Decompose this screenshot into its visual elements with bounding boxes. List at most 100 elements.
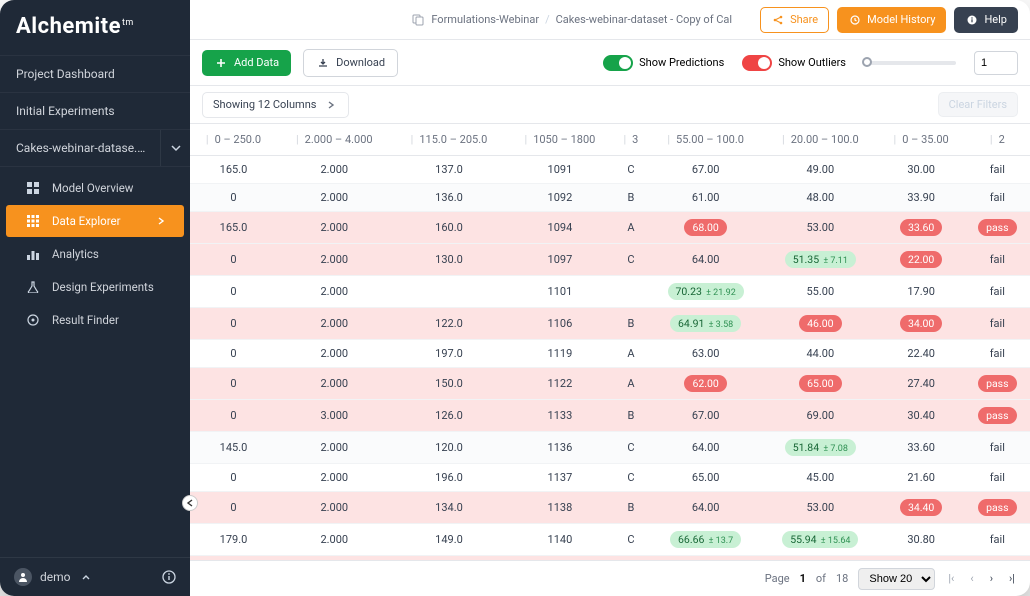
table-row[interactable]: 165.02.000137.01091C67.0049.0030.00fail <box>190 156 1030 184</box>
table-row[interactable]: 02.000136.01092B61.0048.0033.90fail <box>190 184 1030 212</box>
cell: 126.0 <box>392 400 507 432</box>
cell: 2.000 <box>277 492 392 524</box>
column-header[interactable]: |20.00 – 100.0 <box>763 124 878 156</box>
table-row[interactable]: 165.02.000160.01094A68.0053.0033.60pass <box>190 212 1030 244</box>
page-next-button[interactable]: › <box>987 572 996 585</box>
cell: 2.000 <box>277 212 392 244</box>
cell: 134.0 <box>392 492 507 524</box>
info-icon[interactable] <box>162 570 176 584</box>
page-first-button[interactable]: |‹ <box>945 572 957 585</box>
cell: 2.000 <box>277 464 392 492</box>
page-size-select[interactable]: Show 20 <box>858 568 935 590</box>
cell: 1091 <box>506 156 613 184</box>
cell: 1101 <box>506 276 613 308</box>
table-row[interactable]: 02.000122.01106B64.91 ± 3.5846.0034.00fa… <box>190 308 1030 340</box>
column-header[interactable]: |1050 – 1800 <box>506 124 613 156</box>
breadcrumb-current[interactable]: Cakes-webinar-dataset - Copy of Cal <box>556 13 732 26</box>
table-row[interactable]: 02.000196.01137C65.0045.0021.60fail <box>190 464 1030 492</box>
column-header[interactable]: |3 <box>614 124 649 156</box>
sidebar-collapse-handle[interactable] <box>182 495 198 511</box>
cell: 0 <box>190 464 277 492</box>
threshold-input[interactable] <box>974 51 1018 75</box>
breadcrumb: Formulations-Webinar / Cakes-webinar-dat… <box>411 13 732 27</box>
cell: 55.94 ± 15.64 <box>763 524 878 556</box>
cell: fail <box>965 244 1030 276</box>
dataset-chevron[interactable] <box>160 130 190 166</box>
cell: 46.00 <box>763 308 878 340</box>
user-menu[interactable]: demo <box>14 568 93 586</box>
copy-icon <box>411 13 425 27</box>
cell: 0 <box>190 400 277 432</box>
cell: C <box>614 244 649 276</box>
cell: 1137 <box>506 464 613 492</box>
cell: B <box>614 400 649 432</box>
cell: 179.0 <box>190 524 277 556</box>
column-header[interactable]: |0 – 35.00 <box>878 124 965 156</box>
column-header[interactable]: |2 <box>965 124 1030 156</box>
cell: 145.0 <box>190 432 277 464</box>
cell: 63.00 <box>648 340 763 368</box>
nav-initial-experiments[interactable]: Initial Experiments <box>0 92 190 129</box>
model-history-button[interactable]: Model History <box>837 7 946 33</box>
subnav-model-overview[interactable]: Model Overview <box>6 172 184 204</box>
columns-selector[interactable]: Showing 12 Columns <box>202 92 349 118</box>
target-icon <box>26 313 40 327</box>
cell: 1092 <box>506 184 613 212</box>
table-row[interactable]: 02.000130.01097C64.0051.35 ± 7.1122.00fa… <box>190 244 1030 276</box>
table-row[interactable]: 02.000110170.23 ± 21.9255.0017.90fail <box>190 276 1030 308</box>
help-button[interactable]: Help <box>954 7 1018 33</box>
flask-icon <box>26 280 40 294</box>
page-prev-button[interactable]: ‹ <box>967 572 976 585</box>
show-outliers-toggle[interactable] <box>742 55 772 71</box>
column-header[interactable]: |115.0 – 205.0 <box>392 124 507 156</box>
cell: 53.00 <box>763 212 878 244</box>
brand-tm: tm <box>122 18 134 28</box>
column-header[interactable]: |2.000 – 4.000 <box>277 124 392 156</box>
data-grid[interactable]: |0 – 250.0|2.000 – 4.000|115.0 – 205.0|1… <box>190 124 1030 560</box>
column-header[interactable]: |55.00 – 100.0 <box>648 124 763 156</box>
table-row[interactable]: 02.000150.01122A62.0065.0027.40pass <box>190 368 1030 400</box>
subnav-data-explorer[interactable]: Data Explorer <box>6 205 184 237</box>
page-last-button[interactable]: ›| <box>1006 572 1018 585</box>
subnav-analytics[interactable]: Analytics <box>6 238 184 270</box>
table-row[interactable]: 02.000134.01138B64.0053.0034.40pass <box>190 492 1030 524</box>
add-data-button[interactable]: Add Data <box>202 50 291 76</box>
cell: 0 <box>190 184 277 212</box>
cell: 30.40 <box>878 400 965 432</box>
subnav-result-finder[interactable]: Result Finder <box>6 304 184 336</box>
cell: B <box>614 308 649 340</box>
cell: 64.91 ± 3.58 <box>648 308 763 340</box>
cell: 2.000 <box>277 244 392 276</box>
download-button[interactable]: Download <box>303 49 398 77</box>
table-row[interactable]: 179.02.000149.01140C66.66 ± 13.755.94 ± … <box>190 524 1030 556</box>
history-icon <box>848 13 862 27</box>
cell: 197.0 <box>392 340 507 368</box>
cell: fail <box>965 524 1030 556</box>
table-row[interactable]: 03.000126.01133B67.0069.0030.40pass <box>190 400 1030 432</box>
breadcrumb-parent[interactable]: Formulations-Webinar <box>431 13 539 26</box>
cell: fail <box>965 340 1030 368</box>
cell: 21.60 <box>878 464 965 492</box>
model-history-label: Model History <box>867 13 935 26</box>
table-row[interactable]: 02.000197.01119A63.0044.0022.40fail <box>190 340 1030 368</box>
cell: 64.00 <box>648 492 763 524</box>
dataset-selector[interactable]: Cakes-webinar-datase...ned <box>0 129 190 167</box>
cell: 53.00 <box>763 492 878 524</box>
show-predictions-toggle[interactable] <box>603 55 633 71</box>
subnav-label: Model Overview <box>52 181 133 195</box>
main-content: Formulations-Webinar / Cakes-webinar-dat… <box>190 0 1030 596</box>
threshold-slider[interactable] <box>864 61 956 65</box>
chevron-up-icon <box>79 570 93 584</box>
subnav-design-experiments[interactable]: Design Experiments <box>6 271 184 303</box>
column-header[interactable]: |0 – 250.0 <box>190 124 277 156</box>
nav-project-dashboard[interactable]: Project Dashboard <box>0 55 190 92</box>
share-button[interactable]: Share <box>760 7 829 33</box>
cell: 45.00 <box>763 464 878 492</box>
cell: 2.000 <box>277 432 392 464</box>
cell: fail <box>965 156 1030 184</box>
subnav-label: Result Finder <box>52 313 119 327</box>
table-row[interactable]: 145.02.000120.01136C64.0051.84 ± 7.0833.… <box>190 432 1030 464</box>
cell: 120.0 <box>392 432 507 464</box>
cell: B <box>614 184 649 212</box>
clear-filters-button[interactable]: Clear Filters <box>938 92 1018 117</box>
